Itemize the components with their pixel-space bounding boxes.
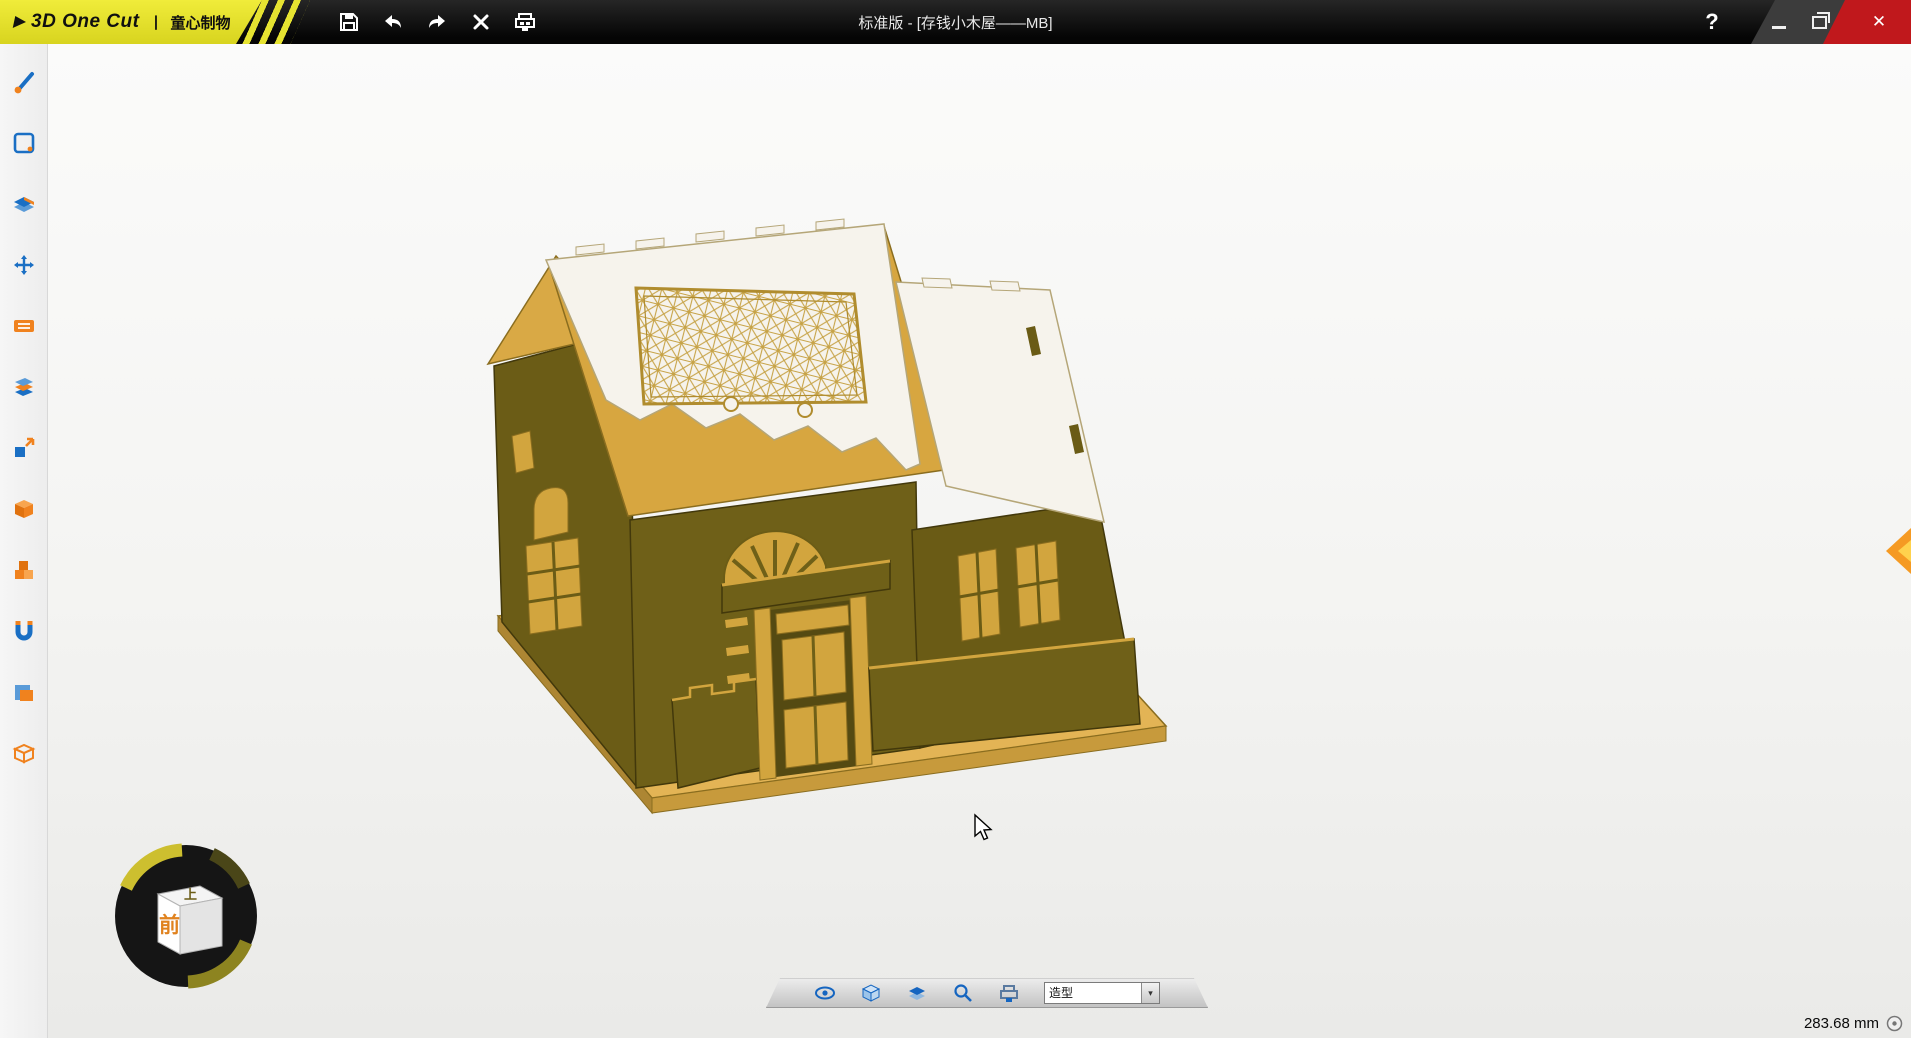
maximize-button[interactable]	[1799, 0, 1839, 44]
shading-button[interactable]	[906, 982, 928, 1004]
close-window-button[interactable]: ✕	[1853, 0, 1905, 44]
magnet-icon	[11, 618, 37, 644]
visibility-button[interactable]	[814, 982, 836, 1004]
measure-unit-icon[interactable]	[1886, 1015, 1903, 1032]
mode-dropdown[interactable]: 造型 ▾	[1044, 982, 1160, 1004]
package-icon	[11, 740, 37, 766]
sidebar-tool-package[interactable]	[10, 739, 38, 767]
save-icon	[338, 11, 360, 33]
modeling-canvas[interactable]	[48, 44, 1911, 1038]
sketch-plane-icon	[11, 130, 37, 156]
viewcube-icon	[860, 982, 882, 1004]
expand-panel-arrow-icon	[1883, 524, 1911, 578]
box-stack-icon	[11, 557, 37, 583]
close-window-icon: ✕	[1872, 12, 1886, 32]
logo-flag-icon	[13, 16, 28, 28]
sidebar-tool-cube[interactable]	[10, 495, 38, 523]
sidebar-tool-sketch[interactable]	[10, 129, 38, 157]
shading-icon	[906, 982, 928, 1004]
extrude-icon	[11, 435, 37, 461]
visibility-icon	[814, 982, 836, 1004]
close-document-icon	[470, 11, 492, 33]
zoom-icon	[952, 982, 974, 1004]
application-window: 3D One Cut 丨 童心制物	[0, 0, 1911, 1038]
measurement-readout: 283.68 mm	[1804, 1015, 1903, 1032]
surface-icon	[11, 191, 37, 217]
sidebar-tool-sheets[interactable]	[10, 373, 38, 401]
plot-button[interactable]	[998, 982, 1020, 1004]
close-document-button[interactable]	[466, 7, 496, 37]
logo-brand-text: 3D One Cut	[31, 11, 139, 33]
sidebar-tool-surface[interactable]	[10, 190, 38, 218]
minimize-button[interactable]	[1759, 0, 1799, 44]
maximize-icon	[1812, 16, 1827, 29]
expand-panel-arrow[interactable]	[1883, 524, 1911, 578]
logo-separator: 丨	[148, 12, 163, 33]
title-bar: 3D One Cut 丨 童心制物	[0, 0, 1911, 44]
view-cube-navigator[interactable]: 上 前	[112, 842, 260, 990]
minimize-icon	[1772, 26, 1786, 29]
dropdown-arrow-icon[interactable]: ▾	[1141, 983, 1159, 1003]
redo-icon	[426, 11, 448, 33]
sidebar-tool-panel[interactable]	[10, 312, 38, 340]
layer-icon	[11, 679, 37, 705]
sidebar-tool-layer[interactable]	[10, 678, 38, 706]
cube-icon	[11, 496, 37, 522]
app-logo: 3D One Cut 丨 童心制物	[0, 0, 312, 44]
tool-sidebar	[0, 44, 48, 1038]
measurement-value: 283.68 mm	[1804, 1015, 1879, 1032]
undo-button[interactable]	[378, 7, 408, 37]
export-machine-icon	[513, 10, 537, 34]
move-icon	[11, 252, 37, 278]
undo-icon	[382, 11, 404, 33]
view-toolbar: 造型 ▾	[766, 978, 1208, 1008]
redo-button[interactable]	[422, 7, 452, 37]
viewcube-button[interactable]	[860, 982, 882, 1004]
view-cube-top-label[interactable]: 上	[184, 887, 197, 902]
sheet-stack-icon	[11, 374, 37, 400]
sidebar-tool-magnet[interactable]	[10, 617, 38, 645]
save-button[interactable]	[334, 7, 364, 37]
window-controls: ✕	[1745, 0, 1911, 44]
plot-icon	[998, 982, 1020, 1004]
sidebar-tool-move[interactable]	[10, 251, 38, 279]
logo-product-text: 童心制物	[170, 12, 230, 33]
zoom-button[interactable]	[952, 982, 974, 1004]
view-cube-front-label[interactable]: 前	[159, 913, 180, 937]
export-machine-button[interactable]	[510, 7, 540, 37]
quick-toolbar	[334, 0, 540, 44]
panel-grid-icon	[11, 313, 37, 339]
brush-icon	[11, 69, 37, 95]
sidebar-tool-brush[interactable]	[10, 68, 38, 96]
view-cube-graphic: 上 前	[112, 842, 260, 990]
sidebar-tool-boxes[interactable]	[10, 556, 38, 584]
help-button[interactable]: ?	[1695, 0, 1729, 44]
mode-dropdown-value: 造型	[1045, 983, 1141, 1003]
sidebar-tool-extrude[interactable]	[10, 434, 38, 462]
